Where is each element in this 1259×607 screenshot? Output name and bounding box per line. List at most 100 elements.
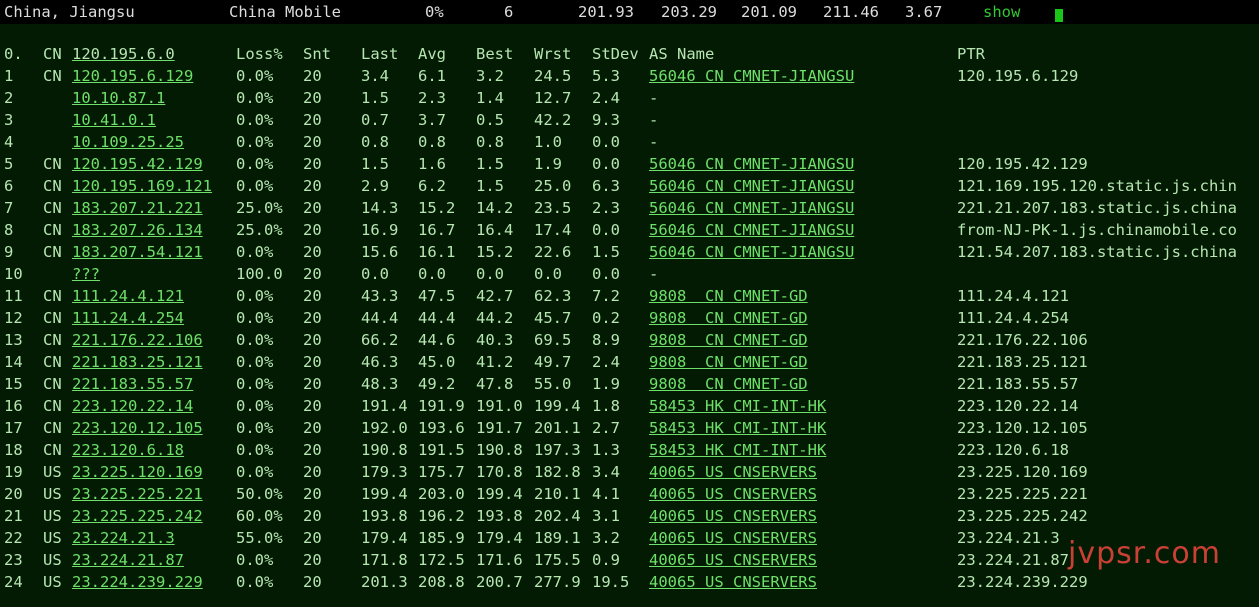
as-name-link[interactable]: 9808 CN CMNET-GD bbox=[649, 329, 808, 351]
host-link[interactable]: 223.120.22.14 bbox=[72, 395, 193, 417]
location-label: China, Jiangsu bbox=[4, 3, 135, 21]
last-value: 43.3 bbox=[361, 287, 399, 305]
loss-value: 0.0% bbox=[236, 133, 274, 151]
as-name-link[interactable]: 40065 US CNSERVERS bbox=[649, 527, 817, 549]
country-code: US bbox=[43, 573, 62, 591]
wrst-value: 22.6 bbox=[534, 243, 572, 261]
best-value: 41.2 bbox=[476, 353, 514, 371]
as-name-link[interactable]: 58453 HK CMI-INT-HK bbox=[649, 439, 826, 461]
host-link[interactable]: 23.225.225.221 bbox=[72, 483, 203, 505]
host-link[interactable]: ??? bbox=[72, 263, 100, 285]
ptr-value: 221.183.55.57 bbox=[957, 375, 1079, 393]
loss-value: 0.0% bbox=[236, 573, 274, 591]
stdev-value: 9.3 bbox=[592, 111, 620, 129]
host-link[interactable]: 23.224.239.229 bbox=[72, 571, 203, 593]
host-link[interactable]: 10.109.25.25 bbox=[72, 131, 184, 153]
as-name-link[interactable]: 40065 US CNSERVERS bbox=[649, 549, 817, 571]
hop-number: 19 bbox=[4, 463, 23, 481]
country-code: CN bbox=[43, 199, 62, 217]
hop-number: 15 bbox=[4, 375, 23, 393]
host-link[interactable]: 183.207.26.134 bbox=[72, 219, 203, 241]
as-name-link[interactable]: 40065 US CNSERVERS bbox=[649, 571, 817, 593]
as-name-link[interactable]: 56046 CN CMNET-JIANGSU bbox=[649, 219, 854, 241]
as-name-link[interactable]: 40065 US CNSERVERS bbox=[649, 505, 817, 527]
loss-value: 0.0% bbox=[236, 353, 274, 371]
country-code: CN bbox=[43, 397, 62, 415]
avg-value: 0.0 bbox=[418, 265, 446, 283]
host-link[interactable]: 10.10.87.1 bbox=[72, 87, 165, 109]
table-row: 13 CN 221.176.22.106 0.0% 20 66.2 44.6 40.3 69.5… bbox=[0, 329, 1259, 351]
best-value: 47.8 bbox=[476, 375, 514, 393]
stdev-value: 2.4 bbox=[592, 353, 620, 371]
last-value: 199.4 bbox=[361, 485, 408, 503]
hop-number: 4 bbox=[4, 133, 14, 151]
as-name-link[interactable]: 40065 US CNSERVERS bbox=[649, 461, 817, 483]
snt-value: 20 bbox=[303, 133, 322, 151]
wrst-value: 210.1 bbox=[534, 485, 581, 503]
header-avg: Avg bbox=[418, 45, 446, 63]
table-row: 5 CN 120.195.42.129 0.0% 20 1.5 1.6 1.5 1.9 0.0 56… bbox=[0, 153, 1259, 175]
as-name-link[interactable]: 40065 US CNSERVERS bbox=[649, 483, 817, 505]
host-link[interactable]: 10.41.0.1 bbox=[72, 109, 156, 131]
stdev-value: 1.5 bbox=[592, 243, 620, 261]
host-link[interactable]: 223.120.12.105 bbox=[72, 417, 203, 439]
host-link[interactable]: 221.176.22.106 bbox=[72, 329, 203, 351]
as-name-link[interactable]: 9808 CN CMNET-GD bbox=[649, 285, 808, 307]
hop-number: 7 bbox=[4, 199, 14, 217]
table-row: 7 CN 183.207.21.221 25.0% 20 14.3 15.2 14.2 23.5… bbox=[0, 197, 1259, 219]
snt-value: 20 bbox=[303, 67, 322, 85]
last-value: 44.4 bbox=[361, 309, 399, 327]
as-name-link[interactable]: 58453 HK CMI-INT-HK bbox=[649, 417, 826, 439]
header-host-link[interactable]: 120.195.6.0 bbox=[72, 43, 175, 65]
as-name-link[interactable]: 9808 CN CMNET-GD bbox=[649, 307, 808, 329]
country-code: US bbox=[43, 485, 62, 503]
host-link[interactable]: 23.224.21.87 bbox=[72, 549, 184, 571]
host-link[interactable]: 111.24.4.254 bbox=[72, 307, 184, 329]
as-name-link[interactable]: 9808 CN CMNET-GD bbox=[649, 373, 808, 395]
host-link[interactable]: 120.195.42.129 bbox=[72, 153, 203, 175]
avg-value: 16.1 bbox=[418, 243, 456, 261]
host-link[interactable]: 23.225.120.169 bbox=[72, 461, 203, 483]
stdev-value: 0.2 bbox=[592, 309, 620, 327]
table-row: 18 CN 223.120.6.18 0.0% 20 190.8 191.5 190.8 197… bbox=[0, 439, 1259, 461]
ptr-value: 223.120.6.18 bbox=[957, 441, 1069, 459]
host-link[interactable]: 120.195.6.129 bbox=[72, 65, 193, 87]
stdev-value: 3.2 bbox=[592, 529, 620, 547]
as-name-link[interactable]: 56046 CN CMNET-JIANGSU bbox=[649, 241, 854, 263]
as-name-link[interactable]: 56046 CN CMNET-JIANGSU bbox=[649, 65, 854, 87]
host-link[interactable]: 221.183.55.57 bbox=[72, 373, 193, 395]
host-link[interactable]: 221.183.25.121 bbox=[72, 351, 203, 373]
ptr-value: 111.24.4.121 bbox=[957, 287, 1069, 305]
as-name-link[interactable]: 56046 CN CMNET-JIANGSU bbox=[649, 175, 854, 197]
country-code: CN bbox=[43, 67, 62, 85]
hop-number: 8 bbox=[4, 221, 14, 239]
hop-number: 16 bbox=[4, 397, 23, 415]
loss-value: 50.0% bbox=[236, 485, 283, 503]
loss-value: 0.0% bbox=[236, 551, 274, 569]
snt-value: 20 bbox=[303, 243, 322, 261]
host-link[interactable]: 23.225.225.242 bbox=[72, 505, 203, 527]
table-row: 11 CN 111.24.4.121 0.0% 20 43.3 47.5 42.7 62.3 7.… bbox=[0, 285, 1259, 307]
as-name-link[interactable]: 9808 CN CMNET-GD bbox=[649, 351, 808, 373]
wrst-value: 23.5 bbox=[534, 199, 572, 217]
host-link[interactable]: 223.120.6.18 bbox=[72, 439, 184, 461]
best-value: 191.7 bbox=[476, 419, 523, 437]
stdev-value: 19.5 bbox=[592, 573, 630, 591]
country-code: CN bbox=[43, 309, 62, 327]
snt-value: 20 bbox=[303, 155, 322, 173]
show-link[interactable]: show bbox=[983, 2, 1020, 22]
host-link[interactable]: 183.207.54.121 bbox=[72, 241, 203, 263]
host-link[interactable]: 111.24.4.121 bbox=[72, 285, 184, 307]
host-link[interactable]: 120.195.169.121 bbox=[72, 175, 212, 197]
table-row: 16 CN 223.120.22.14 0.0% 20 191.4 191.9 191.0 19… bbox=[0, 395, 1259, 417]
as-name-link[interactable]: 56046 CN CMNET-JIANGSU bbox=[649, 153, 854, 175]
country-code: US bbox=[43, 463, 62, 481]
as-name-link[interactable]: 58453 HK CMI-INT-HK bbox=[649, 395, 826, 417]
last-value: 66.2 bbox=[361, 331, 399, 349]
loss-value: 0.0% bbox=[236, 243, 274, 261]
avg-value: 45.0 bbox=[418, 353, 456, 371]
loss-value: 55.0% bbox=[236, 529, 283, 547]
host-link[interactable]: 23.224.21.3 bbox=[72, 527, 175, 549]
host-link[interactable]: 183.207.21.221 bbox=[72, 197, 203, 219]
as-name-link[interactable]: 56046 CN CMNET-JIANGSU bbox=[649, 197, 854, 219]
